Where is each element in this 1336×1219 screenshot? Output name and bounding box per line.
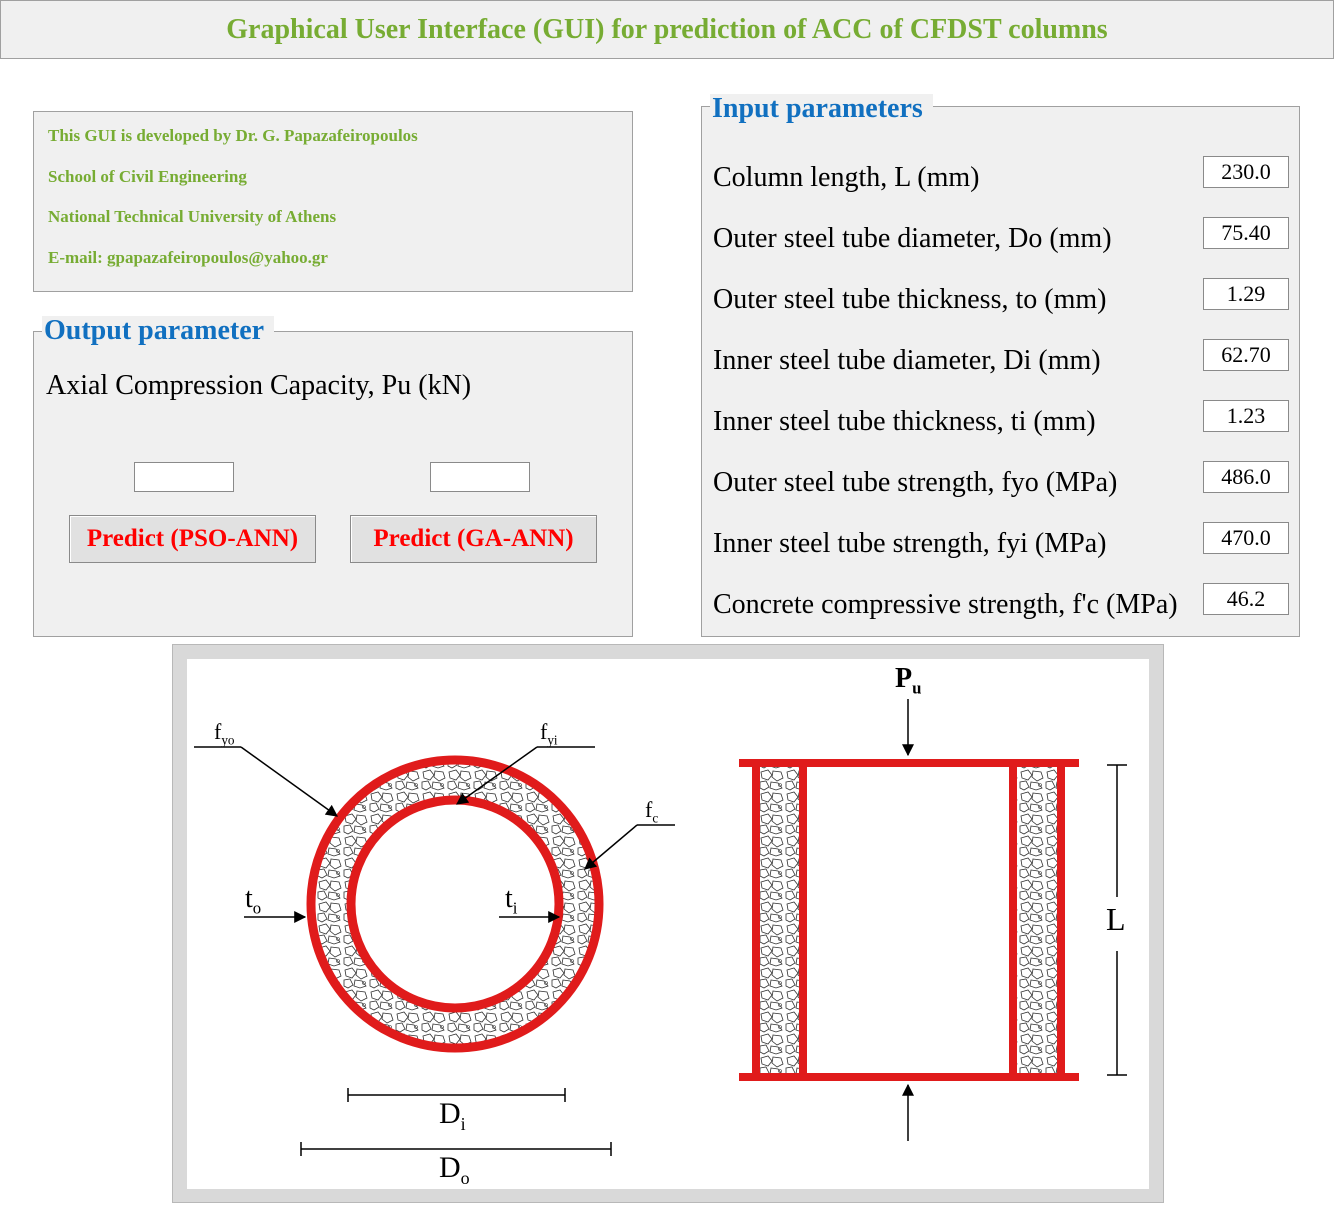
- input-row: Inner steel tube diameter, Di (mm) 62.70: [713, 339, 1289, 379]
- predict-pso-ann-button[interactable]: Predict (PSO-ANN): [69, 515, 316, 563]
- di-label: Di: [439, 1097, 466, 1134]
- fyo-leader: [240, 746, 338, 817]
- input-label: Inner steel tube strength, fyi (MPa): [713, 528, 1107, 559]
- school-line: School of Civil Engineering: [48, 166, 247, 186]
- input-row: Concrete compressive strength, f'c (MPa)…: [713, 583, 1289, 623]
- fc-label: fc: [645, 797, 659, 826]
- input-value-field[interactable]: 470.0: [1203, 522, 1289, 554]
- fyo-label: fyo: [214, 719, 235, 748]
- predict-ga-ann-button[interactable]: Predict (GA-ANN): [350, 515, 597, 563]
- input-label: Outer steel tube thickness, to (mm): [713, 284, 1107, 315]
- title-bar: Graphical User Interface (GUI) for predi…: [0, 0, 1334, 59]
- input-parameters-panel: Input parameters Column length, L (mm) 23…: [701, 94, 1300, 637]
- input-row: Inner steel tube thickness, ti (mm) 1.23: [713, 400, 1289, 440]
- column-diagram: [194, 699, 1127, 1156]
- email-line: E-mail: gpapazafeiropoulos@yahoo.gr: [48, 247, 328, 267]
- input-value-field[interactable]: 46.2: [1203, 583, 1289, 615]
- axial-capacity-label: Axial Compression Capacity, Pu (kN): [46, 370, 472, 401]
- input-row: Outer steel tube thickness, to (mm) 1.29: [713, 278, 1289, 318]
- right-concrete-strip: [1013, 765, 1059, 1075]
- developer-line: This GUI is developed by Dr. G. Papazafe…: [48, 126, 418, 145]
- fc-leader: [584, 824, 638, 870]
- input-label: Column length, L (mm): [713, 162, 980, 193]
- input-row: Outer steel tube strength, fyo (MPa) 486.…: [713, 461, 1289, 501]
- input-row: Inner steel tube strength, fyi (MPa) 470.…: [713, 522, 1289, 562]
- output-panel-title: Output parameter: [42, 316, 275, 346]
- fyi-label: fyi: [540, 719, 558, 748]
- input-value-field[interactable]: 1.29: [1203, 278, 1289, 310]
- input-label: Inner steel tube diameter, Di (mm): [713, 345, 1101, 376]
- cross-section-figure: fyo fyi fc to ti Di Do Pu L: [172, 644, 1164, 1203]
- university-line: National Technical University of Athens: [48, 207, 337, 226]
- input-label: Outer steel tube strength, fyo (MPa): [713, 467, 1118, 498]
- output-parameter-panel: Output parameter Axial Compression Capac…: [33, 316, 633, 637]
- input-label: Outer steel tube diameter, Do (mm): [713, 223, 1112, 254]
- pu-label: Pu: [895, 663, 922, 698]
- input-label: Concrete compressive strength, f'c (MPa): [713, 589, 1178, 620]
- to-label: to: [245, 883, 262, 918]
- length-label: L: [1106, 901, 1126, 937]
- input-value-field[interactable]: 1.23: [1203, 400, 1289, 432]
- input-row: Outer steel tube diameter, Do (mm) 75.40: [713, 217, 1289, 257]
- input-value-field[interactable]: 75.40: [1203, 217, 1289, 249]
- ga-ann-result-field[interactable]: [430, 462, 530, 492]
- ti-label: ti: [505, 883, 518, 918]
- input-value-field[interactable]: 230.0: [1203, 156, 1289, 188]
- inner-steel-tube: [346, 795, 564, 1013]
- input-panel-title: Input parameters: [710, 94, 933, 124]
- info-panel: This GUI is developed by Dr. G. Papazafe…: [33, 111, 633, 292]
- input-row: Column length, L (mm) 230.0: [713, 156, 1289, 196]
- app-title: Graphical User Interface (GUI) for predi…: [226, 13, 1108, 45]
- pso-ann-result-field[interactable]: [134, 462, 234, 492]
- figure-canvas: fyo fyi fc to ti Di Do Pu L: [187, 659, 1149, 1189]
- input-value-field[interactable]: 486.0: [1203, 461, 1289, 493]
- do-label: Do: [439, 1151, 470, 1188]
- input-label: Inner steel tube thickness, ti (mm): [713, 406, 1096, 437]
- input-value-field[interactable]: 62.70: [1203, 339, 1289, 371]
- left-concrete-strip: [758, 765, 803, 1075]
